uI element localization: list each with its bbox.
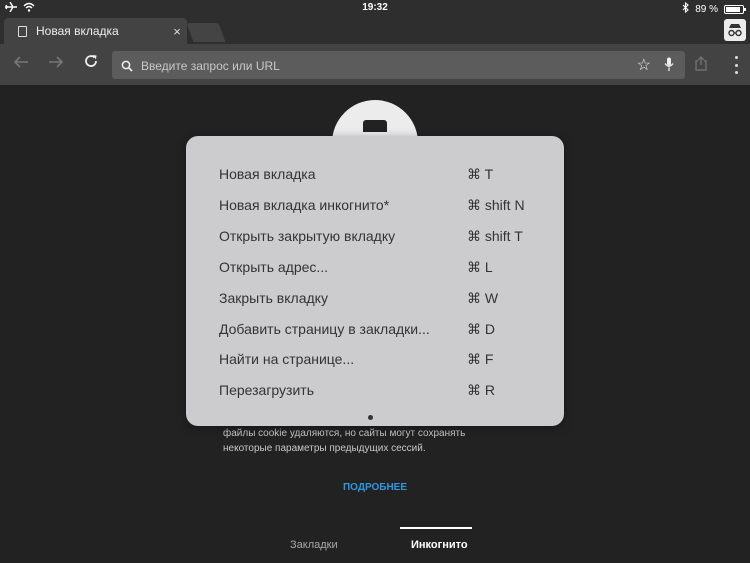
shortcut-keys: ⌘ T <box>467 166 494 182</box>
menu-dot <box>734 63 738 67</box>
tab-current[interactable]: Новая вкладка × <box>4 18 187 44</box>
shortcut-keys: ⌘ F <box>467 351 494 367</box>
tab-bookmarks[interactable]: Закладки <box>290 539 338 551</box>
shortcut-label: Новая вкладка <box>219 166 316 182</box>
status-time: 19:32 <box>362 2 388 13</box>
shortcut-row: Открыть закрытую вкладку ⌘ shift T <box>186 226 564 248</box>
overflow-menu-button[interactable] <box>726 56 746 74</box>
url-input[interactable] <box>139 55 623 77</box>
toolbar: ☆ <box>0 44 750 85</box>
shortcut-keys: ⌘ shift N <box>467 197 525 213</box>
omnibox[interactable]: ☆ <box>112 51 685 79</box>
keyboard-shortcuts-overlay: Новая вкладка ⌘ T Новая вкладка инкогнит… <box>186 136 564 426</box>
menu-dot <box>734 56 738 59</box>
learn-more-link[interactable]: ПОДРОБНЕЕ <box>0 482 750 493</box>
bookmark-star-icon[interactable]: ☆ <box>637 55 651 75</box>
share-icon <box>695 56 707 71</box>
reload-button[interactable] <box>80 53 102 75</box>
incognito-description: файлы cookie удаляются, но сайты могут с… <box>223 426 543 456</box>
active-tab-indicator <box>400 527 472 529</box>
status-bar: 19:32 89 % <box>0 0 750 16</box>
shortcut-keys: ⌘ R <box>467 382 495 398</box>
shortcut-label: Новая вкладка инкогнито* <box>219 197 390 213</box>
shortcut-row: Перезагрузить ⌘ R <box>186 380 564 402</box>
arrow-right-icon <box>49 56 64 68</box>
back-button[interactable] <box>10 53 32 75</box>
share-button[interactable] <box>695 56 707 76</box>
description-line: файлы cookie удаляются, но сайты могут с… <box>223 428 466 439</box>
shortcut-row: Новая вкладка ⌘ T <box>186 164 564 186</box>
shortcut-row: Найти на странице... ⌘ F <box>186 349 564 371</box>
shortcut-label: Перезагрузить <box>219 382 314 398</box>
arrow-left-icon <box>13 56 28 68</box>
battery-icon <box>724 4 746 14</box>
battery-percent: 89 % <box>695 3 718 15</box>
reload-icon <box>85 55 97 67</box>
tab-close-button[interactable]: × <box>167 24 187 39</box>
page-indicator-dot <box>368 415 373 420</box>
shortcut-label: Закрыть вкладку <box>219 290 328 306</box>
shortcut-label: Открыть закрытую вкладку <box>219 228 396 244</box>
shortcut-row: Новая вкладка инкогнито* ⌘ shift N <box>186 195 564 217</box>
shortcut-label: Добавить страницу в закладки... <box>219 321 430 337</box>
tab-strip: Новая вкладка × <box>0 16 750 44</box>
shortcut-row: Закрыть вкладку ⌘ W <box>186 288 564 310</box>
incognito-switcher-button[interactable] <box>724 19 746 41</box>
shortcut-keys: ⌘ W <box>467 290 499 306</box>
incognito-icon <box>728 24 742 37</box>
shortcut-label: Открыть адрес... <box>219 259 329 275</box>
shortcut-row: Добавить страницу в закладки... ⌘ D <box>186 319 564 341</box>
tab-title: Новая вкладка <box>36 24 119 38</box>
tab-incognito[interactable]: Инкогнито <box>411 539 468 551</box>
search-icon <box>121 59 133 77</box>
shortcut-keys: ⌘ L <box>467 259 493 275</box>
microphone-icon[interactable] <box>664 57 674 77</box>
battery-fill <box>726 6 741 12</box>
page-icon <box>18 25 27 37</box>
shortcut-label: Найти на странице... <box>219 351 355 367</box>
shortcut-row: Открыть адрес... ⌘ L <box>186 257 564 279</box>
bottom-tab-bar: Закладки Инкогнито <box>0 525 750 563</box>
new-tab-button[interactable] <box>186 23 226 42</box>
shortcut-keys: ⌘ D <box>467 321 495 337</box>
menu-dot <box>734 71 738 74</box>
bluetooth-icon <box>682 1 690 16</box>
forward-button[interactable] <box>45 53 67 75</box>
description-line: некоторые параметры предыдущих сессий. <box>223 443 426 454</box>
shortcut-keys: ⌘ shift T <box>467 228 523 244</box>
